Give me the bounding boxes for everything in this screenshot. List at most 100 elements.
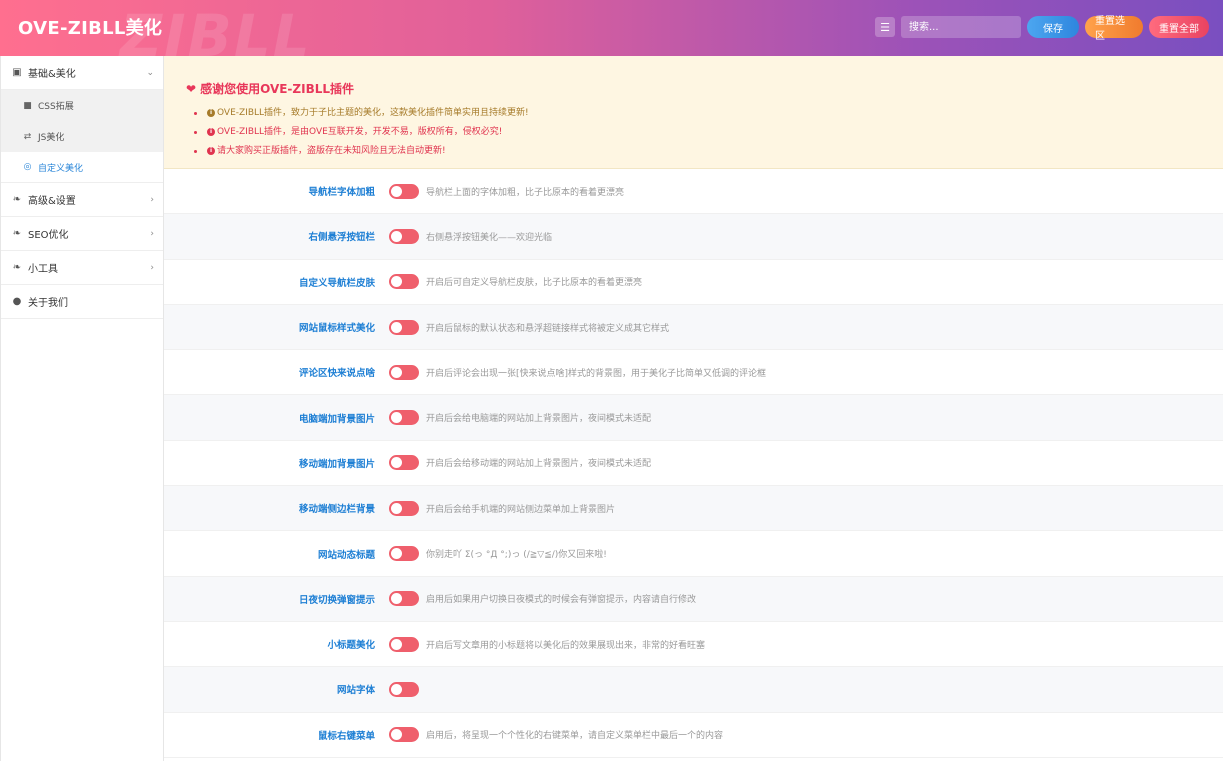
setting-desc: 开启后鼠标的默认状态和悬浮超链接样式将被定义成其它样式 bbox=[426, 323, 670, 334]
setting-row: 导航栏字体加粗 导航栏上面的字体加粗，比子比原本的看着更漂亮 bbox=[164, 169, 1223, 215]
setting-desc: 右侧悬浮按钮美化——欢迎光临 bbox=[426, 232, 553, 243]
setting-toggle[interactable] bbox=[389, 546, 419, 562]
setting-row: 鼠标右键菜单 启用后，将呈现一个个性化的右键菜单，请自定义菜单栏中最后一个的内容 bbox=[164, 713, 1223, 758]
toggle-knob bbox=[391, 593, 402, 605]
setting-row: 评论区快来说点啥 开启后评论会出现一张[快来说点啥]样式的背景图，用于美化子比简… bbox=[164, 350, 1223, 396]
setting-toggle[interactable] bbox=[389, 500, 419, 516]
setting-toggle[interactable] bbox=[389, 727, 419, 743]
save-button[interactable]: 保存 bbox=[1027, 16, 1079, 38]
header-toolbar: ☰ 保存 重置选区 重置全部 bbox=[875, 15, 1209, 42]
sidebar-item-seo[interactable]: ❧ SEO优化 › bbox=[1, 217, 163, 251]
setting-label: 右侧悬浮按钮栏 bbox=[308, 232, 375, 244]
notice-line: i OVE-ZIBLL插件，致力于子比主题的美化，这款美化插件简单实用且持续更新… bbox=[194, 107, 1201, 119]
toggle-knob bbox=[391, 457, 402, 469]
sidebar-item-label: 关于我们 bbox=[28, 298, 68, 309]
sidebar-subitem-custom[interactable]: ◎ 自定义美化 bbox=[1, 152, 163, 183]
setting-label: 自定义导航栏皮肤 bbox=[298, 277, 375, 289]
sidebar-subitem-css[interactable]: ■ CSS拓展 bbox=[1, 90, 163, 121]
sidebar-item-label: 小工具 bbox=[28, 264, 58, 275]
setting-row: 网站字体 bbox=[164, 667, 1223, 713]
user-circle-icon: ● bbox=[12, 296, 22, 307]
setting-toggle[interactable] bbox=[389, 591, 419, 607]
setting-label: 鼠标右键菜单 bbox=[317, 730, 375, 742]
exchange-icon: ⇄ bbox=[23, 131, 32, 142]
info-icon: i bbox=[207, 147, 215, 155]
setting-row: 移动端侧边栏背景 开启后会给手机端的网站侧边菜单加上背景图片 bbox=[164, 486, 1223, 532]
sidebar-item-label: 高级&设置 bbox=[28, 196, 76, 207]
notice-line-text: OVE-ZIBLL插件，是由OVE互联开发，开发不易，版权所有，侵权必究! bbox=[217, 127, 503, 137]
file-icon: ■ bbox=[23, 100, 32, 111]
setting-desc: 开启后评论会出现一张[快来说点啥]样式的背景图，用于美化子比简单又低调的评论框 bbox=[426, 368, 767, 379]
chevron-down-icon: ⌄ bbox=[146, 67, 154, 78]
setting-desc: 开启后会给移动端的网站加上背景图片，夜间模式未适配 bbox=[426, 459, 652, 470]
menu-toggle-icon[interactable]: ☰ bbox=[875, 17, 895, 37]
app-title: OVE-ZIBLL美化 bbox=[18, 18, 163, 39]
sidebar-subitem-label: 自定义美化 bbox=[38, 163, 84, 174]
toggle-knob bbox=[391, 366, 402, 378]
setting-toggle[interactable] bbox=[389, 228, 419, 244]
bullet-dot bbox=[194, 130, 197, 134]
setting-toggle[interactable] bbox=[389, 319, 419, 335]
toggle-knob bbox=[391, 548, 402, 560]
setting-label: 小标题美化 bbox=[327, 640, 375, 652]
leaf-icon: ❧ bbox=[12, 262, 22, 273]
setting-label: 评论区快来说点啥 bbox=[298, 368, 375, 380]
setting-row: 小标题美化 开启后写文章用的小标题将以美化后的效果展现出来，非常的好看旺塞 bbox=[164, 622, 1223, 668]
setting-label: 网站动态标题 bbox=[317, 549, 375, 561]
setting-desc: 启用后，将呈现一个个性化的右键菜单，请自定义菜单栏中最后一个的内容 bbox=[426, 731, 724, 742]
setting-row: 网站动态标题 你别走吖 Σ(っ °Д °;)っ (/≧▽≦/)你又回来啦! bbox=[164, 531, 1223, 577]
notice-title: ❤ 感谢您使用OVE-ZIBLL插件 bbox=[186, 80, 1201, 97]
toggle-knob bbox=[391, 276, 402, 288]
notice-line-text: 请大家购买正版插件，盗版存在未知风险且无法自动更新! bbox=[217, 146, 446, 156]
setting-row: 网站鼠标样式美化 开启后鼠标的默认状态和悬浮超链接样式将被定义成其它样式 bbox=[164, 304, 1223, 351]
toggle-knob bbox=[391, 230, 402, 242]
setting-toggle[interactable] bbox=[389, 364, 419, 380]
reset-section-button[interactable]: 重置选区 bbox=[1085, 16, 1143, 42]
top-header: ZIBLL OVE-ZIBLL美化 ☰ 保存 重置选区 重置全部 bbox=[0, 0, 1223, 56]
setting-row: 电脑端加背景图片 开启后会给电脑端的网站加上背景图片，夜间模式未适配 bbox=[164, 395, 1223, 441]
setting-label: 移动端侧边栏背景 bbox=[298, 504, 375, 516]
reset-all-button[interactable]: 重置全部 bbox=[1149, 16, 1209, 38]
setting-desc: 你别走吖 Σ(っ °Д °;)っ (/≧▽≦/)你又回来啦! bbox=[426, 550, 607, 561]
toggle-knob bbox=[391, 321, 402, 333]
setting-desc: 开启后可自定义导航栏皮肤，比子比原本的看着更漂亮 bbox=[426, 278, 643, 289]
notice-panel: ❤ 感谢您使用OVE-ZIBLL插件 i OVE-ZIBLL插件，致力于子比主题… bbox=[164, 56, 1223, 169]
setting-toggle[interactable] bbox=[389, 636, 419, 652]
sidebar-item-about[interactable]: ● 关于我们 bbox=[1, 285, 163, 319]
setting-label: 网站字体 bbox=[336, 685, 375, 697]
sidebar-subitem-js[interactable]: ⇄ JS美化 bbox=[1, 121, 163, 152]
notice-line-text: OVE-ZIBLL插件，致力于子比主题的美化，这款美化插件简单实用且持续更新! bbox=[217, 108, 529, 118]
setting-toggle[interactable] bbox=[389, 410, 419, 426]
setting-toggle[interactable] bbox=[389, 183, 419, 199]
notice-title-text: 感谢您使用OVE-ZIBLL插件 bbox=[200, 82, 355, 96]
info-icon: i bbox=[207, 128, 215, 136]
notice-line: i OVE-ZIBLL插件，是由OVE互联开发，开发不易，版权所有，侵权必究! bbox=[194, 126, 1201, 138]
toggle-knob bbox=[391, 638, 402, 650]
sidebar-item-tools[interactable]: ❧ 小工具 › bbox=[1, 251, 163, 285]
setting-toggle[interactable] bbox=[389, 455, 419, 471]
chevron-right-icon: › bbox=[150, 228, 154, 239]
setting-label: 网站鼠标样式美化 bbox=[298, 323, 375, 335]
toggle-knob bbox=[391, 412, 402, 424]
toggle-knob bbox=[391, 185, 402, 197]
setting-label: 移动端加背景图片 bbox=[298, 458, 375, 470]
setting-row: 右侧悬浮按钮栏 右侧悬浮按钮美化——欢迎光临 bbox=[164, 214, 1223, 260]
sidebar-item-basic[interactable]: ▣ 基础&美化 ⌄ bbox=[1, 56, 163, 90]
chevron-right-icon: › bbox=[150, 262, 154, 273]
notice-line: i 请大家购买正版插件，盗版存在未知风险且无法自动更新! bbox=[194, 145, 1201, 157]
setting-row: 日夜切换弹窗提示 启用后如果用户切换日夜模式的时候会有弹窗提示，内容请自行修改 bbox=[164, 576, 1223, 622]
setting-toggle[interactable] bbox=[389, 274, 419, 290]
calendar-icon: ▣ bbox=[12, 67, 22, 78]
sidebar-item-label: SEO优化 bbox=[28, 230, 69, 241]
setting-desc: 开启后写文章用的小标题将以美化后的效果展现出来，非常的好看旺塞 bbox=[426, 640, 706, 651]
notice-list: i OVE-ZIBLL插件，致力于子比主题的美化，这款美化插件简单实用且持续更新… bbox=[186, 107, 1201, 157]
toggle-knob bbox=[391, 729, 402, 741]
search-input[interactable] bbox=[901, 16, 1021, 38]
setting-toggle[interactable] bbox=[389, 681, 419, 697]
sidebar-item-advanced[interactable]: ❧ 高级&设置 › bbox=[1, 183, 163, 217]
heart-icon: ❤ bbox=[186, 81, 197, 96]
setting-desc: 开启后会给电脑端的网站加上背景图片，夜间模式未适配 bbox=[426, 414, 652, 425]
setting-row: 自定义导航栏皮肤 开启后可自定义导航栏皮肤，比子比原本的看着更漂亮 bbox=[164, 260, 1223, 305]
settings-list: 导航栏字体加粗 导航栏上面的字体加粗，比子比原本的看着更漂亮 右侧悬浮按钮栏 右… bbox=[164, 169, 1223, 758]
setting-desc: 开启后会给手机端的网站侧边菜单加上背景图片 bbox=[426, 504, 616, 515]
